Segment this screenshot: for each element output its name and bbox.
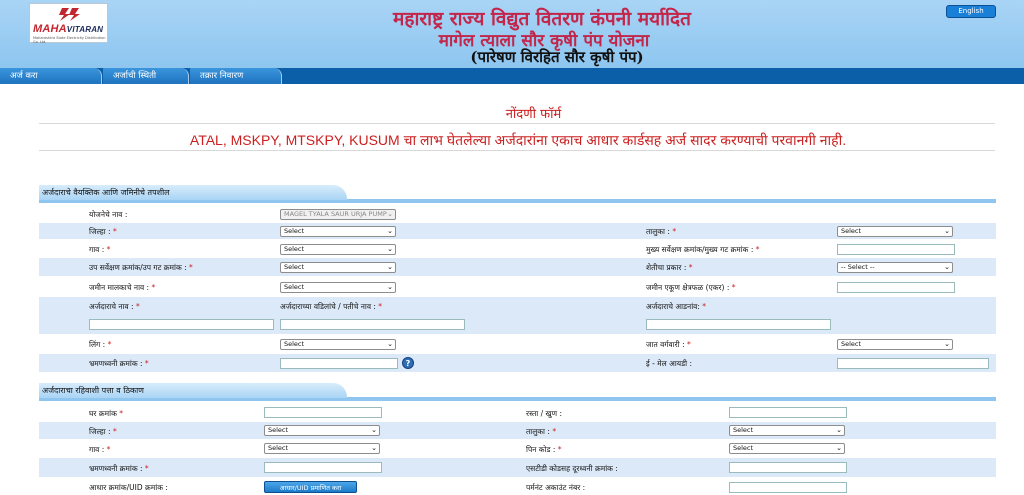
form-row: आधार क्रमांक/UID क्रमांक : आधार/UID प्रम… — [39, 478, 996, 495]
form-row: भ्रमणध्वनी क्रमांक : * ? ई - मेल आयडी : — [39, 354, 996, 372]
form-row: जमीन मालकाचे नाव : * Select ⌄ जमीन एकूण क… — [39, 277, 996, 296]
village-label: गाव : * — [89, 245, 111, 254]
aadhar-label: आधार क्रमांक/UID क्रमांक : — [89, 483, 168, 492]
form-row: घर क्रमांक * रस्ता / खुण : — [39, 404, 996, 421]
farming-type-label: शेतीचा प्रकार : * — [646, 263, 693, 272]
tab-grievance[interactable]: तक्रार निवारण — [190, 68, 282, 84]
address-district-select[interactable]: Select ⌄ — [264, 425, 380, 436]
chevron-down-icon: ⌄ — [836, 444, 842, 452]
surname-input[interactable] — [646, 319, 831, 330]
land-owner-select[interactable]: Select ⌄ — [280, 282, 396, 293]
farming-type-select[interactable]: -- Select -- ⌄ — [837, 262, 953, 273]
sub-survey-label: उप सर्वेक्षण क्रमांक/उप गट क्रमांक : * — [89, 263, 193, 272]
taluka-select[interactable]: Select ⌄ — [837, 226, 953, 237]
chevron-down-icon: ⌄ — [944, 227, 950, 235]
land-area-label: जमीन एकूण क्षेत्रफळ (एकर) : * — [646, 283, 736, 292]
address-district-label: जिल्हा : * — [89, 427, 117, 436]
section-heading: अर्जदाराचे वैयक्तिक आणि जमिनीचे तपशील — [39, 185, 347, 200]
form-row: योजनेचे नाव : MAGEL TYALA SAUR URJA PUMP… — [39, 207, 996, 222]
sub-survey-select[interactable]: Select ⌄ — [280, 262, 396, 273]
caste-select[interactable]: Select ⌄ — [837, 339, 953, 350]
main-nav: अर्ज करा अर्जाची स्थिती तक्रार निवारण — [0, 68, 1024, 84]
section-residential-address: अर्जदाराचा रहिवाशी पत्ता व ठिकाण — [39, 383, 996, 401]
chevron-down-icon: ⌄ — [387, 227, 393, 235]
std-phone-label: एसटीडी कोडसह दूरध्वनी क्रमांक : — [526, 464, 618, 473]
scheme-label: योजनेचे नाव : — [89, 210, 128, 219]
tab-application-status[interactable]: अर्जाची स्थिती — [103, 68, 189, 84]
address-mobile-label: भ्रमणध्वनी क्रमांक : * — [89, 464, 149, 473]
form-row: जिल्हा : * Select ⌄ तालुका : * Select ⌄ — [39, 422, 996, 439]
chevron-down-icon: ⌄ — [387, 263, 393, 271]
land-area-input[interactable] — [837, 282, 955, 293]
pincode-select[interactable]: Select ⌄ — [729, 443, 845, 454]
section-personal-land-details: अर्जदाराचे वैयक्तिक आणि जमिनीचे तपशील — [39, 185, 996, 203]
form-row: गाव : * Select ⌄ मुख्य सर्वेक्षण क्रमांक/… — [39, 240, 996, 257]
gender-label: लिंग : * — [89, 340, 112, 349]
help-icon[interactable]: ? — [402, 357, 414, 369]
house-number-input[interactable] — [264, 407, 382, 418]
chevron-down-icon: ⌄ — [387, 245, 393, 253]
survey-number-input[interactable] — [837, 244, 955, 255]
form-row: गाव : * Select ⌄ पिन कोड : * Select ⌄ — [39, 440, 996, 457]
survey-number-label: मुख्य सर्वेक्षण क्रमांक/मुख्य गट क्रमांक… — [646, 245, 760, 254]
house-number-label: घर क्रमांक * — [89, 409, 123, 418]
mobile-input[interactable] — [280, 358, 398, 369]
scheme-select[interactable]: MAGEL TYALA SAUR URJA PUMP ⌄ — [280, 209, 396, 220]
std-phone-input[interactable] — [729, 462, 847, 473]
email-input[interactable] — [837, 358, 989, 369]
address-taluka-label: तालुका : * — [526, 427, 557, 436]
chevron-down-icon: ⌄ — [387, 210, 393, 218]
form-row: लिंग : * Select ⌄ जात वर्गवारी : * Select… — [39, 335, 996, 353]
pan-label: पर्मनंट अकाउंट नंबर : — [526, 483, 586, 492]
road-input[interactable] — [729, 407, 847, 418]
taluka-label: तालुका : * — [646, 227, 677, 236]
divider — [39, 123, 995, 124]
chevron-down-icon: ⌄ — [371, 426, 377, 434]
eligibility-warning: ATAL, MSKPY, MTSKPY, KUSUM चा लाभ घेतलेल… — [189, 132, 847, 148]
chevron-down-icon: ⌄ — [944, 263, 950, 271]
form-title: नोंदणी फॉर्म — [505, 107, 562, 122]
pan-input[interactable] — [729, 482, 847, 493]
surname-label: अर्जदाराचे आडनांव: * — [646, 302, 706, 311]
verify-aadhar-button[interactable]: आधार/UID प्रमाणित करा — [264, 481, 357, 493]
applicant-name-label: अर्जदाराचे नाव : * — [89, 302, 140, 311]
road-label: रस्ता / खुण : — [526, 409, 562, 418]
land-owner-label: जमीन मालकाचे नाव : * — [89, 283, 156, 292]
father-name-label: अर्जदाराच्या वडिलांचे / पतीचे नाव : * — [280, 302, 383, 311]
chevron-down-icon: ⌄ — [387, 340, 393, 348]
page-header: MAHAVITARAN Maharashtra State Electricit… — [0, 0, 1024, 68]
father-name-input[interactable] — [280, 319, 465, 330]
district-select[interactable]: Select ⌄ — [280, 226, 396, 237]
village-select[interactable]: Select ⌄ — [280, 244, 396, 255]
chevron-down-icon: ⌄ — [836, 426, 842, 434]
email-label: ई - मेल आयडी : — [646, 359, 692, 368]
address-village-select[interactable]: Select ⌄ — [264, 443, 380, 454]
gender-select[interactable]: Select ⌄ — [280, 339, 396, 350]
address-village-label: गाव : * — [89, 445, 111, 454]
chevron-down-icon: ⌄ — [387, 283, 393, 291]
form-row: अर्जदाराचे नाव : * अर्जदाराच्या वडिलांचे… — [39, 297, 996, 334]
english-language-button[interactable]: English — [946, 5, 996, 18]
form-row: उप सर्वेक्षण क्रमांक/उप गट क्रमांक : * S… — [39, 258, 996, 276]
mobile-label: भ्रमणध्वनी क्रमांक : * — [89, 359, 149, 368]
scheme-subtitle: (पारेषण विरहित सौर कृषी पंप) — [470, 48, 644, 66]
chevron-down-icon: ⌄ — [371, 444, 377, 452]
form-row: भ्रमणध्वनी क्रमांक : * एसटीडी कोडसह दूरध… — [39, 458, 996, 477]
chevron-down-icon: ⌄ — [944, 340, 950, 348]
section-heading: अर्जदाराचा रहिवाशी पत्ता व ठिकाण — [39, 383, 347, 398]
address-mobile-input[interactable] — [264, 462, 382, 473]
tab-apply[interactable]: अर्ज करा — [0, 68, 102, 84]
caste-label: जात वर्गवारी : * — [646, 340, 691, 349]
district-label: जिल्हा : * — [89, 227, 117, 236]
address-taluka-select[interactable]: Select ⌄ — [729, 425, 845, 436]
pincode-label: पिन कोड : * — [526, 445, 562, 454]
form-row: जिल्हा : * Select ⌄ तालुका : * Select ⌄ — [39, 223, 996, 239]
applicant-name-input[interactable] — [89, 319, 274, 330]
divider — [39, 150, 995, 151]
